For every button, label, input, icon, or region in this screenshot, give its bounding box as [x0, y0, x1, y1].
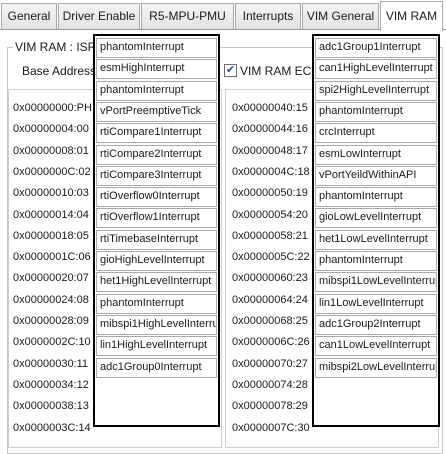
checkmark-icon: ✔ [225, 64, 236, 76]
isr-name-field[interactable]: can1HighLevelInterrupt [315, 59, 437, 80]
vim-address-label: 0x00000044:16 [232, 123, 308, 136]
vim-address-label: 0x00000004:00 [13, 123, 89, 136]
tab-vim-ram[interactable]: VIM RAM [380, 1, 443, 31]
isr-name-field[interactable]: adc1Group0Interrupt [96, 357, 217, 378]
isr-name-field[interactable]: phantomInterrupt [96, 38, 217, 58]
isr-name-field[interactable]: phantomInterrupt [315, 187, 437, 208]
vim-address-label: 0x00000074:28 [232, 378, 308, 391]
vim-address-label: 0x00000068:25 [232, 315, 308, 327]
vim-address-label: 0x00000064:24 [232, 293, 308, 306]
tab-driver-enable[interactable]: Driver Enable [58, 3, 140, 29]
vim-address-label: 0x00000000:PH [13, 102, 92, 114]
isr-name-field[interactable]: rtiOverflow1Interrupt [96, 208, 217, 229]
isr-name-field[interactable]: phantomInterrupt [315, 251, 437, 271]
vim-address-label: 0x00000060:23 [232, 272, 308, 285]
isr-name-field[interactable]: esmLowInterrupt [315, 144, 437, 165]
vim-address-label: 0x00000034:12 [13, 378, 89, 391]
vim-address-label: 0x00000038:13 [13, 400, 89, 413]
isr-name-field[interactable]: phantomInterrupt [96, 293, 217, 314]
isr-name-field[interactable]: can1LowLevelInterrupt [315, 336, 437, 357]
isr-list-right: adc1Group1Interrupt can1HighLevelInterrup… [312, 34, 440, 427]
isr-name-field[interactable]: spi2HighLevelInterrupt [315, 80, 437, 101]
vim-address-label: 0x00000024:08 [13, 293, 89, 306]
tab-general[interactable]: General [1, 3, 57, 29]
isr-name-field[interactable]: phantomInterrupt [96, 80, 217, 101]
vim-address-label: 0x00000008:01 [13, 144, 89, 157]
tab-vim-general[interactable]: VIM General [302, 3, 379, 29]
isr-name-field[interactable]: rtiCompare1Interrupt [96, 123, 217, 144]
isr-name-field[interactable]: het1HighLevelInterrupt [96, 272, 217, 293]
isr-list-left: phantomInterrupt esmHighInterrupt phantomI… [93, 34, 220, 427]
vim-address-label: 0x0000001C:06 [13, 251, 91, 264]
vim-address-label: 0x00000030:11 [13, 357, 89, 370]
isr-name-field[interactable]: rtiCompare3Interrupt [96, 165, 217, 186]
base-address-label: Base Address: [22, 64, 100, 78]
isr-name-field[interactable]: gioHighLevelInterrupt [96, 251, 217, 271]
isr-name-field[interactable]: adc1Group2Interrupt [315, 314, 437, 335]
tab-interrupts[interactable]: Interrupts [235, 3, 301, 29]
vim-address-label: 0x0000007C:30 [232, 421, 310, 434]
vim-address-label: 0x00000028:09 [13, 315, 89, 327]
isr-name-field[interactable]: vPortYeildWithinAPI [315, 165, 437, 186]
vim-address-label: 0x00000058:21 [232, 229, 308, 242]
isr-name-field[interactable]: rtiTimebaseInterrupt [96, 229, 217, 250]
vim-address-label: 0x00000040:15 [232, 102, 308, 114]
vim-address-label: 0x0000000C:02 [13, 165, 91, 178]
isr-name-field[interactable]: mibspi1LowLevelInterrupt [315, 272, 437, 293]
isr-name-field[interactable]: adc1Group1Interrupt [315, 38, 437, 58]
vim-address-label: 0x0000002C:10 [13, 336, 91, 349]
isr-name-field[interactable]: lin1HighLevelInterrupt [96, 336, 217, 357]
vim-address-label: 0x00000054:20 [232, 208, 308, 221]
vim-address-label: 0x0000006C:26 [232, 336, 310, 349]
isr-name-field[interactable]: esmHighInterrupt [96, 59, 217, 80]
vim-address-label: 0x00000014:04 [13, 208, 89, 221]
isr-name-field[interactable]: vPortPreemptiveTick [96, 101, 217, 122]
vim-address-label: 0x00000010:03 [13, 187, 89, 200]
isr-name-field[interactable]: het1LowLevelInterrupt [315, 229, 437, 250]
vim-address-label: 0x00000078:29 [232, 400, 308, 413]
isr-name-field[interactable]: rtiOverflow0Interrupt [96, 187, 217, 208]
tab-bar: General Driver Enable R5-MPU-PMU Interru… [0, 0, 446, 31]
ecc-enable-checkbox[interactable]: ✔ [224, 64, 237, 77]
isr-name-field[interactable]: gioLowLevelInterrupt [315, 208, 437, 229]
vim-address-label: 0x00000018:05 [13, 229, 89, 242]
vim-address-label: 0x0000005C:22 [232, 251, 310, 264]
vim-address-label: 0x00000048:17 [232, 144, 308, 157]
vim-address-label: 0x00000020:07 [13, 272, 89, 285]
vim-address-label: 0x00000070:27 [232, 357, 308, 370]
isr-name-field[interactable]: lin1LowLevelInterrupt [315, 293, 437, 314]
isr-name-field[interactable]: rtiCompare2Interrupt [96, 144, 217, 165]
isr-name-field[interactable]: phantomInterrupt [315, 101, 437, 122]
isr-name-field[interactable]: mibspi2LowLevelInterrupt [315, 357, 437, 378]
isr-name-field[interactable]: mibspi1HighLevelInterrupt [96, 314, 217, 335]
isr-name-field[interactable]: crcInterrupt [315, 123, 437, 144]
vim-address-label: 0x00000050:19 [232, 187, 308, 200]
vim-address-label: 0x0000003C:14 [13, 421, 91, 434]
tab-r5-mpu-pmu[interactable]: R5-MPU-PMU [141, 3, 234, 29]
vim-address-label: 0x0000004C:18 [232, 165, 310, 178]
